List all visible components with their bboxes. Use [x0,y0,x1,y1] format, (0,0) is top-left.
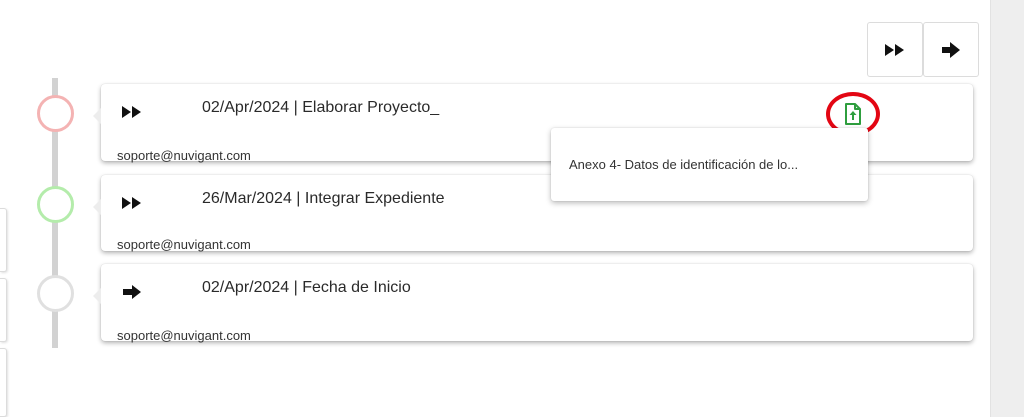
attachments-menu: Anexo 4- Datos de identificación de lo..… [551,128,868,201]
fast-forward-button[interactable] [867,22,923,77]
card-title: 02/Apr/2024 | Elaborar Proyecto_ [202,99,440,116]
arrow-right-icon [123,285,141,299]
attachment-menu-item[interactable]: Anexo 4- Datos de identificación de lo..… [569,157,798,172]
file-upload-icon [845,103,861,125]
timeline-status-dot [37,275,74,312]
timeline-status-dot [37,95,74,132]
left-panel-tab[interactable] [0,348,7,417]
card-user-email: soporte@nuvigant.com [117,328,251,343]
timeline-card[interactable]: 02/Apr/2024 | Fecha de Inicio soporte@nu… [93,264,973,343]
card-user-email: soporte@nuvigant.com [117,148,251,163]
card-title: 02/Apr/2024 | Fecha de Inicio [202,279,411,296]
timeline-status-dot [37,186,74,223]
fast-forward-icon [122,106,141,118]
left-panel-tab[interactable] [0,208,7,272]
arrow-right-icon [942,41,960,58]
fast-forward-icon [122,197,141,209]
left-panel-tab[interactable] [0,278,7,342]
next-button[interactable] [923,22,979,77]
right-scroll-rail [990,0,1024,417]
card-title: 26/Mar/2024 | Integrar Expediente [202,190,445,207]
fast-forward-icon [885,43,904,56]
card-user-email: soporte@nuvigant.com [117,237,251,252]
